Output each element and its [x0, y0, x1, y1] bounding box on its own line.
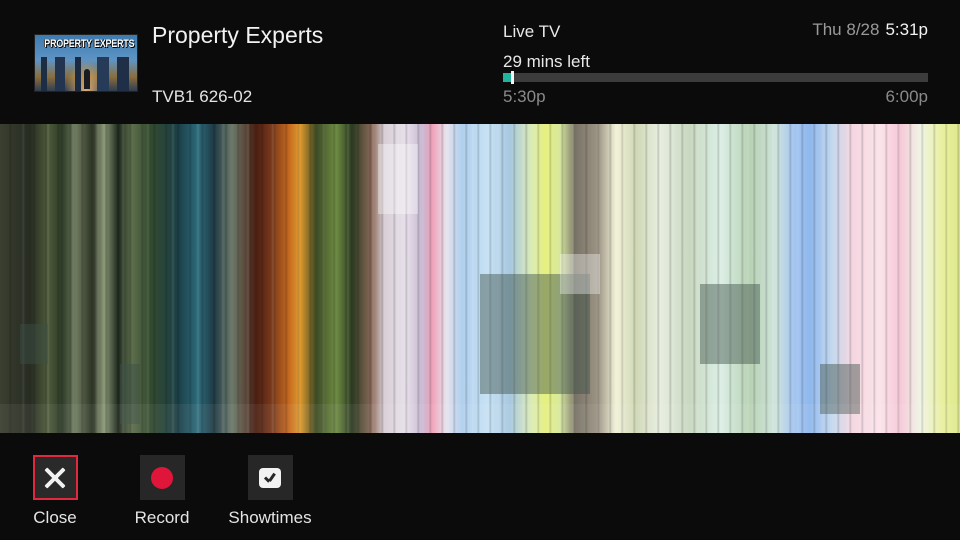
start-time: 5:30p [503, 87, 546, 106]
record-button[interactable]: Record [112, 455, 212, 528]
end-time: 6:00p [885, 87, 928, 106]
thumbnail-logo-text: PROPERTY EXPERTS [44, 38, 135, 50]
close-button[interactable]: Close [5, 455, 105, 528]
action-bar: Close Record Showtimes [0, 433, 960, 540]
time-remaining: 29 mins left [503, 52, 590, 71]
close-label: Close [33, 508, 77, 527]
clock-date: Thu 8/28 [812, 20, 880, 39]
close-icon [44, 467, 66, 489]
source-label: Live TV [503, 22, 561, 41]
record-icon [151, 466, 173, 489]
showtimes-icon [259, 467, 281, 488]
program-title: Property Experts [152, 22, 324, 48]
video-player[interactable] [0, 124, 960, 433]
showtimes-button-box[interactable] [247, 455, 293, 500]
record-label: Record [134, 508, 190, 527]
clock: Thu 8/28 5:31p [812, 20, 928, 40]
record-button-box[interactable] [139, 455, 185, 500]
program-progress-bar [503, 71, 928, 84]
program-thumbnail: PROPERTY EXPERTS [34, 34, 138, 92]
live-tv-screen: PROPERTY EXPERTS Property Experts TVB1 6… [0, 0, 960, 540]
showtimes-label: Showtimes [228, 508, 312, 527]
showtimes-button[interactable]: Showtimes [220, 455, 320, 528]
program-info-bar: PROPERTY EXPERTS Property Experts TVB1 6… [0, 0, 960, 124]
clock-time: 5:31p [885, 20, 928, 39]
channel-label: TVB1 626-02 [152, 87, 253, 106]
progress-playhead [510, 71, 514, 84]
close-button-box[interactable] [32, 455, 78, 500]
